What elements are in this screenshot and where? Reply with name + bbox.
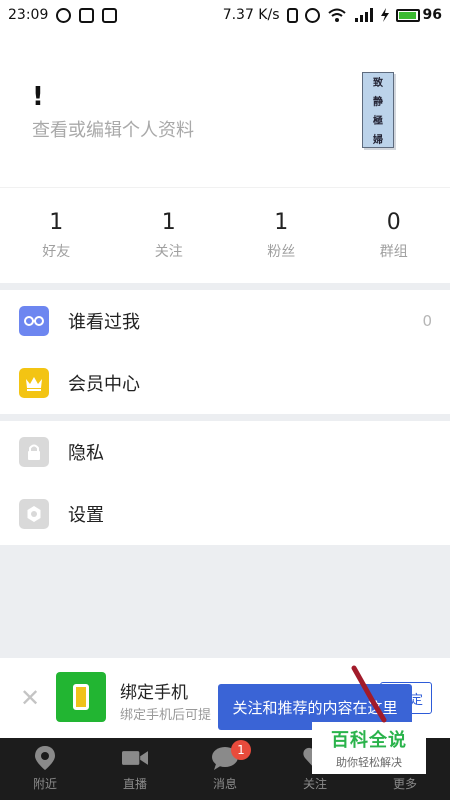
tab-label: 关注 [302,777,327,791]
signal-icon [354,8,373,22]
tab-label: 更多 [392,777,417,791]
avatar[interactable]: 致 静 極 婦 [362,72,394,148]
tab-label: 直播 [122,777,147,791]
settings-icon [19,499,49,529]
status-time: 23:09 [8,7,49,23]
menu-item-vip-center[interactable]: 会员中心 [0,352,450,414]
notification-icon [102,7,118,23]
avatar-char: 婦 [373,135,383,146]
menu-item-label: 设置 [68,505,104,526]
watermark-subtitle: 助你轻松解决 [336,756,402,769]
menu-group-activity: 谁看过我 0 会员中心 [0,290,450,414]
battery-level: 96 [422,7,442,23]
stat-value: 1 [49,210,64,235]
crown-icon [19,368,49,398]
glasses-icon [19,306,49,336]
menu-item-label: 会员中心 [68,374,140,395]
profile-header[interactable]: ! 查看或编辑个人资料 致 静 極 婦 [0,30,450,187]
menu-item-label: 隐私 [68,443,104,464]
tab-label: 附近 [32,777,57,791]
location-pin-icon [32,746,58,770]
avatar-char: 静 [373,97,383,108]
stat-label: 好友 [42,244,71,260]
lock-icon [19,437,49,467]
stat-label: 粉丝 [267,244,296,260]
stat-fans[interactable]: 1 粉丝 [225,188,338,283]
charging-icon [380,8,389,22]
stat-value: 1 [161,210,176,235]
menu-item-settings[interactable]: 设置 [0,483,450,545]
watermark-title: 百科全说 [331,730,407,751]
avatar-char: 極 [373,116,383,127]
stat-following[interactable]: 1 关注 [113,188,226,283]
image-icon [79,7,95,23]
menu-group-settings: 隐私 设置 [0,421,450,545]
menu-item-privacy[interactable]: 隐私 [0,421,450,483]
stat-friends[interactable]: 1 好友 [0,188,113,283]
stat-label: 群组 [379,244,408,260]
close-icon[interactable]: ✕ [20,684,40,712]
location-icon [56,7,72,23]
status-bar: 23:09 7.37 K/s 96 [0,0,450,30]
avatar-char: 致 [373,78,383,89]
profile-name: ! [32,82,44,112]
stat-value: 0 [386,210,401,235]
visitor-count: 0 [422,312,432,330]
edit-profile-link[interactable]: 查看或编辑个人资料 [32,116,194,142]
unread-badge: 1 [231,740,251,760]
stat-groups[interactable]: 0 群组 [338,188,450,283]
phone-icon [56,672,106,722]
menu-item-visitors[interactable]: 谁看过我 0 [0,290,450,352]
network-speed: 7.37 K/s [222,7,280,23]
tab-label: 消息 [212,777,237,791]
banner-title: 绑定手机 [120,683,188,703]
wifi-icon [327,8,346,22]
vibrate-icon [286,7,298,23]
alarm-icon [304,7,320,23]
stats-row: 1 好友 1 关注 1 粉丝 0 群组 [0,187,450,283]
tab-live[interactable]: 直播 [90,738,180,800]
tab-nearby[interactable]: 附近 [0,738,90,800]
stat-label: 关注 [154,244,183,260]
watermark-logo: 百科全说 助你轻松解决 [312,722,426,774]
battery-indicator: 96 [395,7,442,23]
tab-messages[interactable]: 1 消息 [180,738,270,800]
menu-item-label: 谁看过我 [68,312,140,333]
stat-value: 1 [274,210,289,235]
video-icon [122,746,148,770]
battery-icon [395,8,420,22]
